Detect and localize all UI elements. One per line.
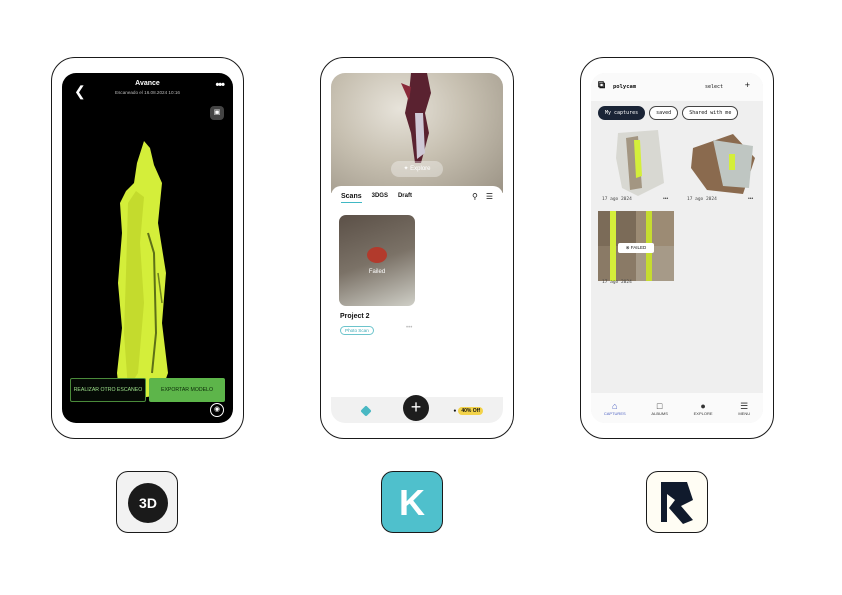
nav-menu[interactable]: ☰ MENU (738, 401, 750, 416)
polycam-logo-icon (661, 482, 693, 524)
scan-date: Escaneado el 16.08.2024 10:16 (115, 90, 180, 95)
capture-thumbnail[interactable] (683, 128, 759, 201)
tab-3dgs[interactable]: 3DGS (372, 193, 388, 203)
ar-view-icon[interactable]: ▣ (210, 106, 224, 120)
app-icon-polycam[interactable] (646, 471, 708, 533)
explore-label: Explore (410, 166, 431, 172)
nav-captures[interactable]: ⌂ CAPTURES (604, 401, 626, 416)
select-button[interactable]: select (705, 84, 723, 90)
app-icon-kiri[interactable]: K (381, 471, 443, 533)
stage: ❮ Avance Escaneado el 16.08.2024 10:16 •… (0, 0, 842, 595)
polycam-captures-screen: ⧉ polycam select + My captures saved Sha… (591, 73, 763, 423)
sort-icon[interactable]: ☰ (486, 192, 493, 201)
project-more-icon[interactable]: ••• (406, 325, 412, 331)
cube-icon[interactable] (360, 405, 372, 417)
scan-again-button[interactable]: REALIZAR OTRO ESCANEO (70, 378, 146, 402)
featured-model-image[interactable]: ✦ Explore (331, 73, 503, 193)
search-icon[interactable]: ⚲ (472, 192, 478, 201)
globe-icon: ● (700, 400, 706, 411)
menu-icon: ☰ (740, 400, 749, 411)
page-title: Avance (135, 80, 160, 87)
chip-saved[interactable]: saved (649, 106, 679, 120)
phone-frame-1: ❮ Avance Escaneado el 16.08.2024 10:16 •… (51, 57, 244, 439)
nav-explore-label: EXPLORE (693, 410, 713, 416)
phone-frame-3: ⧉ polycam select + My captures saved Sha… (580, 57, 774, 439)
capture-thumbnail[interactable] (598, 128, 674, 201)
brand-name: polycam (613, 84, 637, 90)
bottom-bar: + ● 40% Off (331, 395, 503, 423)
capture-date: 17 ago 2024 (602, 197, 632, 202)
more-options-icon[interactable]: ••• (215, 79, 225, 91)
panel-actions: ⚲ ☰ (472, 192, 493, 201)
nav-captures-label: CAPTURES (603, 410, 626, 416)
tab-bar: Scans 3DGS Draft (341, 193, 412, 203)
kiri-home-screen: ✦ Explore Scans 3DGS Draft ⚲ ☰ Failed Pr… (331, 73, 503, 423)
scanned-model[interactable] (62, 73, 233, 423)
capture-more-icon[interactable]: ••• (663, 196, 668, 202)
offer-label: 40% Off (458, 407, 483, 415)
failed-indicator (367, 247, 387, 263)
nav-menu-label: MENU (738, 410, 751, 416)
chip-my-captures[interactable]: My captures (598, 106, 646, 120)
capture-date: 17 ago 2024 (602, 280, 632, 285)
project-title: Project 2 (340, 313, 370, 320)
nav-albums-label: ALBUMS (651, 410, 668, 416)
failed-capture-thumbnail[interactable]: ⊗ FAILED (598, 211, 674, 281)
card-status: Failed (368, 269, 386, 275)
app-icon-3d-scanner[interactable]: 3D (116, 471, 178, 533)
add-icon[interactable]: + (745, 80, 750, 90)
home-icon: ⌂ (612, 400, 618, 411)
scan-type-badge: Photo Scan (340, 326, 374, 335)
scan-viewer-screen: ❮ Avance Escaneado el 16.08.2024 10:16 •… (62, 73, 233, 423)
capture-date: 17 ago 2024 (687, 197, 717, 202)
bottom-nav: ⌂ CAPTURES □ ALBUMS ● EXPLORE ☰ MENU (591, 393, 763, 423)
project-card[interactable]: Failed (339, 215, 415, 306)
explore-button[interactable]: ✦ Explore (391, 161, 443, 177)
scans-panel: Scans 3DGS Draft ⚲ ☰ Failed Project 2 Ph… (331, 186, 503, 423)
kiri-logo-icon: K (399, 482, 425, 523)
offer-badge[interactable]: ● 40% Off (453, 407, 483, 415)
folder-icon: □ (656, 400, 663, 411)
new-scan-button[interactable]: + (403, 395, 429, 421)
polycam-logo-icon: ⧉ (598, 80, 606, 91)
export-model-button[interactable]: EXPORTAR MODELO (149, 378, 225, 402)
tab-draft[interactable]: Draft (398, 193, 412, 203)
user-icon: ● (453, 408, 457, 414)
failed-label: ⊗ FAILED (618, 243, 654, 253)
phone-frame-2: ✦ Explore Scans 3DGS Draft ⚲ ☰ Failed Pr… (320, 57, 514, 439)
chip-shared[interactable]: Shared with me (682, 106, 739, 120)
tab-scans[interactable]: Scans (341, 193, 362, 203)
app-3d-logo: 3D (128, 483, 168, 523)
failed-text: FAILED (630, 245, 647, 250)
capture-more-icon[interactable]: ••• (748, 196, 753, 202)
header: ⧉ polycam select + (591, 73, 763, 101)
nav-explore[interactable]: ● EXPLORE (694, 401, 713, 416)
nav-albums[interactable]: □ ALBUMS (651, 401, 667, 416)
scan-target-icon[interactable]: ◉ (210, 403, 224, 417)
filter-chips: My captures saved Shared with me (598, 106, 739, 120)
